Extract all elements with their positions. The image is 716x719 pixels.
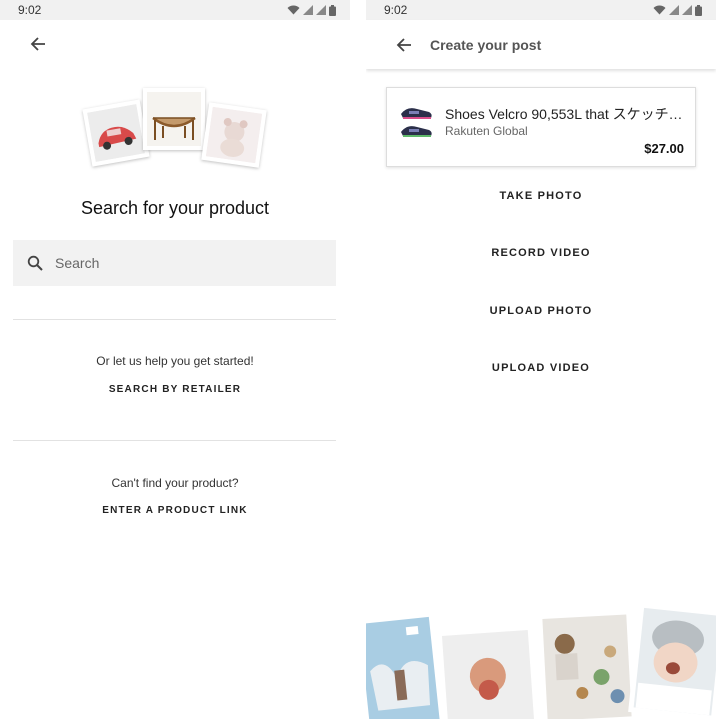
app-bar-title: Create your post — [430, 36, 542, 53]
help-text: Or let us help you get started! — [96, 354, 254, 368]
signal-icon — [303, 5, 313, 15]
upload-video-button[interactable]: UPLOAD VIDEO — [366, 362, 716, 374]
selected-product-card[interactable]: Shoes Velcro 90,553L that スケッチャ… Rakuten… — [386, 87, 696, 167]
collage-photo-wings — [366, 612, 445, 719]
signal-icon — [682, 5, 692, 15]
product-name: Shoes Velcro 90,553L that スケッチャ… — [445, 106, 689, 122]
product-price: $27.00 — [644, 141, 684, 156]
status-icons — [653, 4, 702, 16]
back-button[interactable] — [21, 27, 55, 61]
back-arrow-icon — [30, 37, 45, 51]
back-button[interactable] — [387, 28, 421, 62]
status-time: 9:02 — [384, 3, 408, 17]
toy-car-photo — [82, 99, 150, 167]
back-arrow-icon — [396, 37, 411, 52]
upload-photo-button[interactable]: UPLOAD PHOTO — [366, 305, 716, 317]
create-post-screen: 9:02 Create your post Shoes Velcro 90,55… — [366, 0, 716, 719]
collage-photo-kids-toys — [537, 609, 637, 719]
toy-car-image — [87, 104, 145, 162]
status-time: 9:02 — [18, 3, 42, 17]
product-collage-image — [82, 84, 270, 179]
search-by-retailer-button[interactable]: SEARCH BY RETAILER — [0, 384, 350, 395]
status-bar: 9:02 — [0, 0, 350, 20]
status-bar: 9:02 — [366, 0, 716, 20]
stuffed-toy-photo — [201, 102, 267, 168]
enter-product-link-button[interactable]: ENTER A PRODUCT LINK — [0, 505, 350, 516]
collage-photo-baby-mask — [436, 624, 540, 719]
search-field[interactable] — [13, 240, 336, 286]
status-icons — [287, 4, 336, 16]
record-video-button[interactable]: RECORD VIDEO — [366, 247, 716, 259]
cradle-photo — [143, 88, 205, 150]
wifi-icon — [287, 5, 300, 15]
signal-icon — [669, 5, 679, 15]
search-input[interactable] — [55, 255, 315, 271]
wifi-icon — [653, 5, 666, 15]
battery-icon — [695, 4, 702, 16]
photo-collage-image — [366, 602, 716, 719]
cant-find-text: Can't find your product? — [111, 476, 239, 490]
take-photo-button[interactable]: TAKE PHOTO — [366, 190, 716, 202]
search-icon — [27, 255, 43, 271]
divider — [13, 319, 336, 320]
stuffed-toy-image — [205, 106, 263, 164]
search-product-screen: 9:02 Search for your product Search Or l… — [0, 0, 350, 719]
collage-photo-yawning-baby — [628, 602, 716, 719]
battery-icon — [329, 4, 336, 16]
cradle-image — [147, 92, 201, 146]
app-bar: Create your post — [366, 20, 716, 69]
product-thumbnail — [401, 108, 432, 137]
product-retailer: Rakuten Global — [445, 124, 528, 138]
page-title: Search for your product — [80, 198, 270, 218]
divider — [13, 440, 336, 441]
signal-icon — [316, 5, 326, 15]
